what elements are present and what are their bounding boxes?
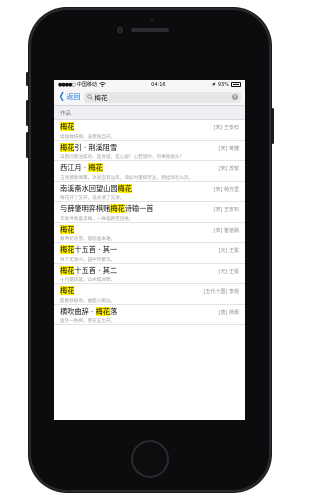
clear-icon[interactable]: ×	[232, 94, 238, 100]
home-button[interactable]	[131, 440, 169, 478]
poem-excerpt: 华发寻春喜见梅，一株临路雪倍堆。	[60, 216, 134, 222]
title-prefix: 与薛肇明弈棋赌	[60, 204, 111, 213]
title-suffix: 落	[110, 306, 118, 316]
list-item[interactable]: 梅花十五首 · 其二 [元] 王冕十月霜风紧，山木俱凋零。	[54, 264, 245, 284]
poem-title: 梅花引 · 荆溪阻雪	[60, 142, 118, 153]
status-time: 04:16	[151, 81, 166, 88]
battery-icon	[230, 82, 241, 87]
search-input[interactable]: 梅花	[95, 92, 230, 102]
poem-excerpt: 墙角数枝梅，凌寒独自开。	[60, 134, 116, 140]
list-item[interactable]: 南溪斋水回望山园梅花 [宋] 杨万里梅花开了又开，溪水清了又清。	[54, 182, 245, 202]
poem-author: [宋] 杨万里	[213, 186, 240, 193]
results-list: 梅花 [宋] 王安石 墙角数枝梅，凌寒独自开。 梅花引 · 荆溪阻雪 [宋] 蒋捷 白鸥问…	[54, 120, 245, 325]
title-highlight: 梅花	[95, 306, 110, 316]
title-highlight: 梅花	[60, 265, 75, 275]
section-header: 作品	[54, 106, 245, 120]
poem-title: 梅花十五首 · 其一	[60, 245, 117, 255]
list-item[interactable]: 梅花 [宋] 崔道融数萼初含雪，孤标画本难。	[54, 223, 245, 243]
signal-strength-icon: ●●●●○	[58, 81, 76, 88]
earpiece-speaker	[131, 28, 169, 32]
poem-excerpt: 梅花开了又开，溪水清了又清。	[60, 196, 125, 201]
title-prefix: 横吹曲辞 ·	[60, 306, 96, 316]
title-highlight: 梅花	[88, 163, 103, 172]
list-item[interactable]: 横吹曲辞 · 梅花落 [唐] 杨炯窗外一株梅，寒花五出开。	[54, 305, 245, 325]
poem-title: 梅花	[60, 122, 75, 132]
poem-author: [宋] 苏轼	[218, 166, 240, 172]
front-camera	[117, 27, 123, 33]
title-suffix: 十五首 · 其一	[74, 245, 118, 254]
proximity-sensor	[150, 18, 154, 22]
navigation-bar: ❮ 返回 梅花 ×	[54, 89, 245, 106]
poem-author: [唐] 杨炯	[218, 309, 240, 316]
list-item[interactable]: 梅花引 · 荆溪阻雪 [宋] 蒋捷白鸥问我泊孤舟，是身留，是心留？心若留时，何事锁…	[54, 141, 245, 161]
list-item[interactable]: 梅花十五首 · 其一 [元] 王冕林下无清兴，园中尽繁华。	[54, 243, 245, 264]
title-suffix: 十五首 · 其二	[74, 265, 118, 275]
poem-title: 梅花	[60, 224, 75, 235]
poem-excerpt: 林下无清兴，园中尽繁华。	[60, 257, 116, 263]
poem-title: 与薛肇明弈棋赌梅花诗输一首	[60, 204, 153, 214]
poem-excerpt: 十月霜风紧，山木俱凋零。	[60, 278, 116, 283]
poem-excerpt: 数萼初含雪，孤标画本难。	[60, 237, 116, 242]
back-button[interactable]: ❮ 返回	[58, 92, 81, 102]
poem-author: [宋] 王安石	[213, 207, 240, 213]
poem-excerpt: 玉骨那愁瘴雾，冰姿自有仙风。海仙时遣探芳丛，倒挂绿毛么凤。	[60, 175, 194, 181]
poem-author: [宋] 王安石	[213, 125, 240, 131]
title-highlight: 梅花	[60, 224, 75, 234]
poem-excerpt: 白鸥问我泊孤舟，是身留，是心留？心若留时，何事锁眉头？	[60, 155, 185, 160]
search-field[interactable]: 梅花 ×	[83, 91, 241, 103]
title-prefix: 西江月 ·	[60, 163, 89, 172]
title-highlight: 梅花	[117, 183, 132, 193]
poem-excerpt: 窗外一株梅，寒花五出开。	[60, 319, 116, 324]
list-item[interactable]: 梅花 [五代十国] 李煜殷勤移植地，曲槛小阑边。	[54, 284, 245, 305]
chevron-left-icon: ❮	[58, 91, 65, 102]
poem-title: 西江月 · 梅花	[60, 163, 103, 173]
carrier-name: 中国移动	[76, 82, 97, 88]
title-suffix: 诗输一首	[124, 204, 154, 213]
location-icon	[211, 82, 216, 87]
poem-author: [元] 王冕	[218, 248, 240, 254]
poem-author: [宋] 蒋捷	[218, 145, 240, 152]
poem-excerpt: 殷勤移植地，曲槛小阑边。	[60, 298, 116, 304]
poem-title: 南溪斋水回望山园梅花	[60, 183, 132, 194]
list-item[interactable]: 梅花 [宋] 王安石墙角数枝梅，凌寒独自开。	[54, 120, 245, 141]
poem-author: [宋] 崔道融	[213, 227, 240, 234]
title-highlight: 梅花	[60, 245, 75, 254]
poem-author: [元] 王冕	[218, 268, 240, 275]
status-bar: ●●●●○ 中国移动 04:16 93%	[54, 80, 245, 89]
search-icon	[86, 94, 93, 100]
phone-screen: ●●●●○ 中国移动 04:16 93% ❮ 返回 梅花 × 作品 梅花 [宋]…	[54, 80, 245, 420]
poem-author: [五代十国] 李煜	[203, 289, 240, 295]
title-prefix: 南溪斋水回望山园	[60, 183, 118, 193]
list-item[interactable]: 西江月 · 梅花 [宋] 苏轼玉骨那愁瘴雾，冰姿自有仙风。海仙时遣探芳丛，倒挂绿毛…	[54, 161, 245, 182]
poem-title: 横吹曲辞 · 梅花落	[60, 306, 118, 317]
back-label: 返回	[66, 93, 81, 101]
title-highlight: 梅花	[60, 286, 75, 295]
poem-title: 梅花	[60, 286, 75, 296]
list-item[interactable]: 与薛肇明弈棋赌梅花诗输一首 [宋] 王安石华发寻春喜见梅，一株临路雪倍堆。	[54, 202, 245, 223]
wifi-icon	[99, 82, 106, 87]
battery-percent: 93%	[217, 81, 229, 88]
title-highlight: 梅花	[60, 122, 75, 131]
title-highlight: 梅花	[60, 142, 75, 152]
title-suffix: 引 · 荆溪阻雪	[74, 142, 118, 152]
poem-title: 梅花十五首 · 其二	[60, 265, 118, 276]
power-button	[271, 108, 274, 144]
title-highlight: 梅花	[110, 204, 125, 213]
